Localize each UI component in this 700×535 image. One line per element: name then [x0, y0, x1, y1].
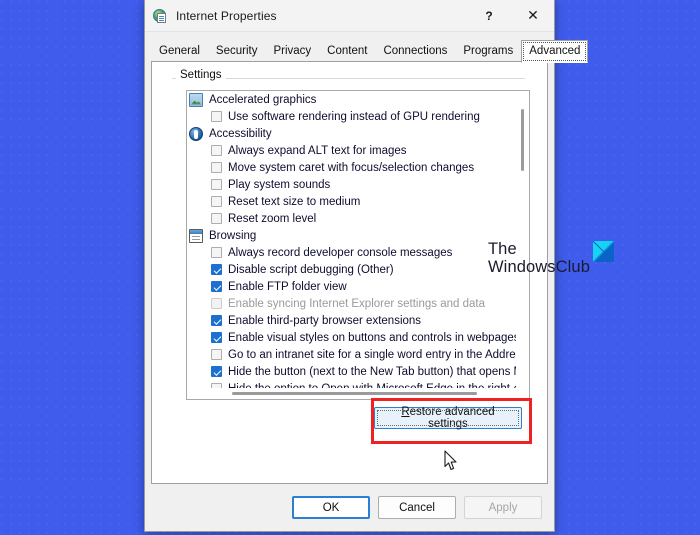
settings-checkbox[interactable] [211, 315, 222, 326]
settings-category-row: Browsing [187, 227, 516, 244]
restore-advanced-settings-button[interactable]: Restore advanced settings [374, 406, 522, 430]
tab-strip: General Security Privacy Content Connect… [151, 38, 589, 63]
dialog-button-bar: OK Cancel Apply [145, 484, 554, 531]
settings-list-rows: Accelerated graphics Use software renderi… [187, 91, 516, 388]
settings-row-label: Enable visual styles on buttons and cont… [228, 331, 516, 344]
title-bar: Internet Properties ? ✕ [145, 0, 554, 32]
settings-checkbox-row[interactable]: Hide the option to Open with Microsoft E… [187, 380, 516, 388]
settings-row-label: Always expand ALT text for images [228, 144, 407, 157]
settings-row-label: Reset text size to medium [228, 195, 361, 208]
help-icon[interactable]: ? [470, 0, 508, 31]
settings-checkbox[interactable] [211, 213, 222, 224]
settings-row-label: Always record developer console messages [228, 246, 453, 259]
browsing-icon [189, 228, 203, 243]
settings-checkbox-row[interactable]: Use software rendering instead of GPU re… [187, 108, 516, 125]
settings-checkbox-row[interactable]: Disable script debugging (Other) [187, 261, 516, 278]
settings-row-label: Enable syncing Internet Explorer setting… [228, 297, 485, 310]
settings-checkbox [211, 298, 222, 309]
image-icon [189, 92, 203, 107]
settings-checkbox[interactable] [211, 281, 222, 292]
tab-security[interactable]: Security [208, 40, 266, 62]
settings-category-row: Accelerated graphics [187, 91, 516, 108]
settings-checkbox-row[interactable]: Hide the button (next to the New Tab but… [187, 363, 516, 380]
settings-checkbox-row[interactable]: Always expand ALT text for images [187, 142, 516, 159]
tab-privacy[interactable]: Privacy [265, 40, 319, 62]
settings-checkbox-row[interactable]: Go to an intranet site for a single word… [187, 346, 516, 363]
settings-row-label: Use software rendering instead of GPU re… [228, 110, 480, 123]
settings-checkbox-row[interactable]: Enable third-party browser extensions [187, 312, 516, 329]
settings-checkbox-row[interactable]: Enable syncing Internet Explorer setting… [187, 295, 516, 312]
ok-button[interactable]: OK [292, 496, 370, 519]
settings-checkbox-row[interactable]: Enable visual styles on buttons and cont… [187, 329, 516, 346]
settings-horizontal-scrollbar[interactable] [187, 388, 516, 399]
horizontal-scroll-thumb[interactable] [232, 392, 477, 395]
restore-advanced-settings-container: Restore advanced settings [374, 406, 522, 430]
settings-row-label: Enable third-party browser extensions [228, 314, 422, 327]
settings-checkbox[interactable] [211, 111, 222, 122]
settings-checkbox[interactable] [211, 247, 222, 258]
settings-row-label: Go to an intranet site for a single word… [228, 348, 516, 361]
settings-row-label: Move system caret with focus/selection c… [228, 161, 475, 174]
settings-category-row: Accessibility [187, 125, 516, 142]
vertical-scroll-thumb[interactable] [521, 109, 524, 171]
close-icon[interactable]: ✕ [514, 0, 552, 31]
tab-general[interactable]: General [151, 40, 208, 62]
settings-checkbox[interactable] [211, 179, 222, 190]
settings-row-label: Play system sounds [228, 178, 331, 191]
settings-checkbox-row[interactable]: Reset text size to medium [187, 193, 516, 210]
settings-checkbox-row[interactable]: Move system caret with focus/selection c… [187, 159, 516, 176]
settings-checkbox[interactable] [211, 264, 222, 275]
cancel-button[interactable]: Cancel [378, 496, 456, 519]
settings-row-label: Hide the button (next to the New Tab but… [228, 365, 516, 378]
internet-properties-dialog: Internet Properties ? ✕ General Security… [144, 0, 614, 532]
settings-checkbox-row[interactable]: Always record developer console messages [187, 244, 516, 261]
settings-row-label: Accessibility [209, 127, 272, 140]
tab-programs[interactable]: Programs [455, 40, 521, 62]
settings-row-label: Enable FTP folder view [228, 280, 347, 293]
settings-row-label: Browsing [209, 229, 257, 242]
apply-button: Apply [464, 496, 542, 519]
restore-label-rest: estore advanced settings [409, 406, 495, 430]
tab-advanced[interactable]: Advanced [521, 40, 589, 63]
restore-accel-char: R [401, 406, 410, 418]
tab-content[interactable]: Content [319, 40, 375, 62]
settings-checkbox[interactable] [211, 332, 222, 343]
settings-checkbox[interactable] [211, 145, 222, 156]
settings-row-label: Accelerated graphics [209, 93, 317, 106]
tab-connections[interactable]: Connections [375, 40, 455, 62]
settings-row-label: Disable script debugging (Other) [228, 263, 394, 276]
advanced-tab-page: Settings Accelerated graphics Use softwar… [151, 61, 614, 484]
settings-vertical-scrollbar[interactable] [516, 91, 529, 388]
restore-advanced-settings-label: Restore advanced settings [381, 406, 515, 430]
settings-checkbox[interactable] [211, 366, 222, 377]
settings-checkbox-row[interactable]: Play system sounds [187, 176, 516, 193]
settings-checkbox-row[interactable]: Reset zoom level [187, 210, 516, 227]
accessibility-icon [189, 126, 203, 141]
settings-row-label: Reset zoom level [228, 212, 317, 225]
settings-checkbox[interactable] [211, 349, 222, 360]
window-title: Internet Properties [176, 8, 277, 23]
settings-group-label: Settings [176, 69, 226, 81]
settings-checkbox-row[interactable]: Enable FTP folder view [187, 278, 516, 295]
internet-properties-icon [153, 8, 169, 24]
settings-checkbox[interactable] [211, 162, 222, 173]
settings-listbox[interactable]: Accelerated graphics Use software renderi… [186, 90, 530, 400]
settings-checkbox[interactable] [211, 196, 222, 207]
